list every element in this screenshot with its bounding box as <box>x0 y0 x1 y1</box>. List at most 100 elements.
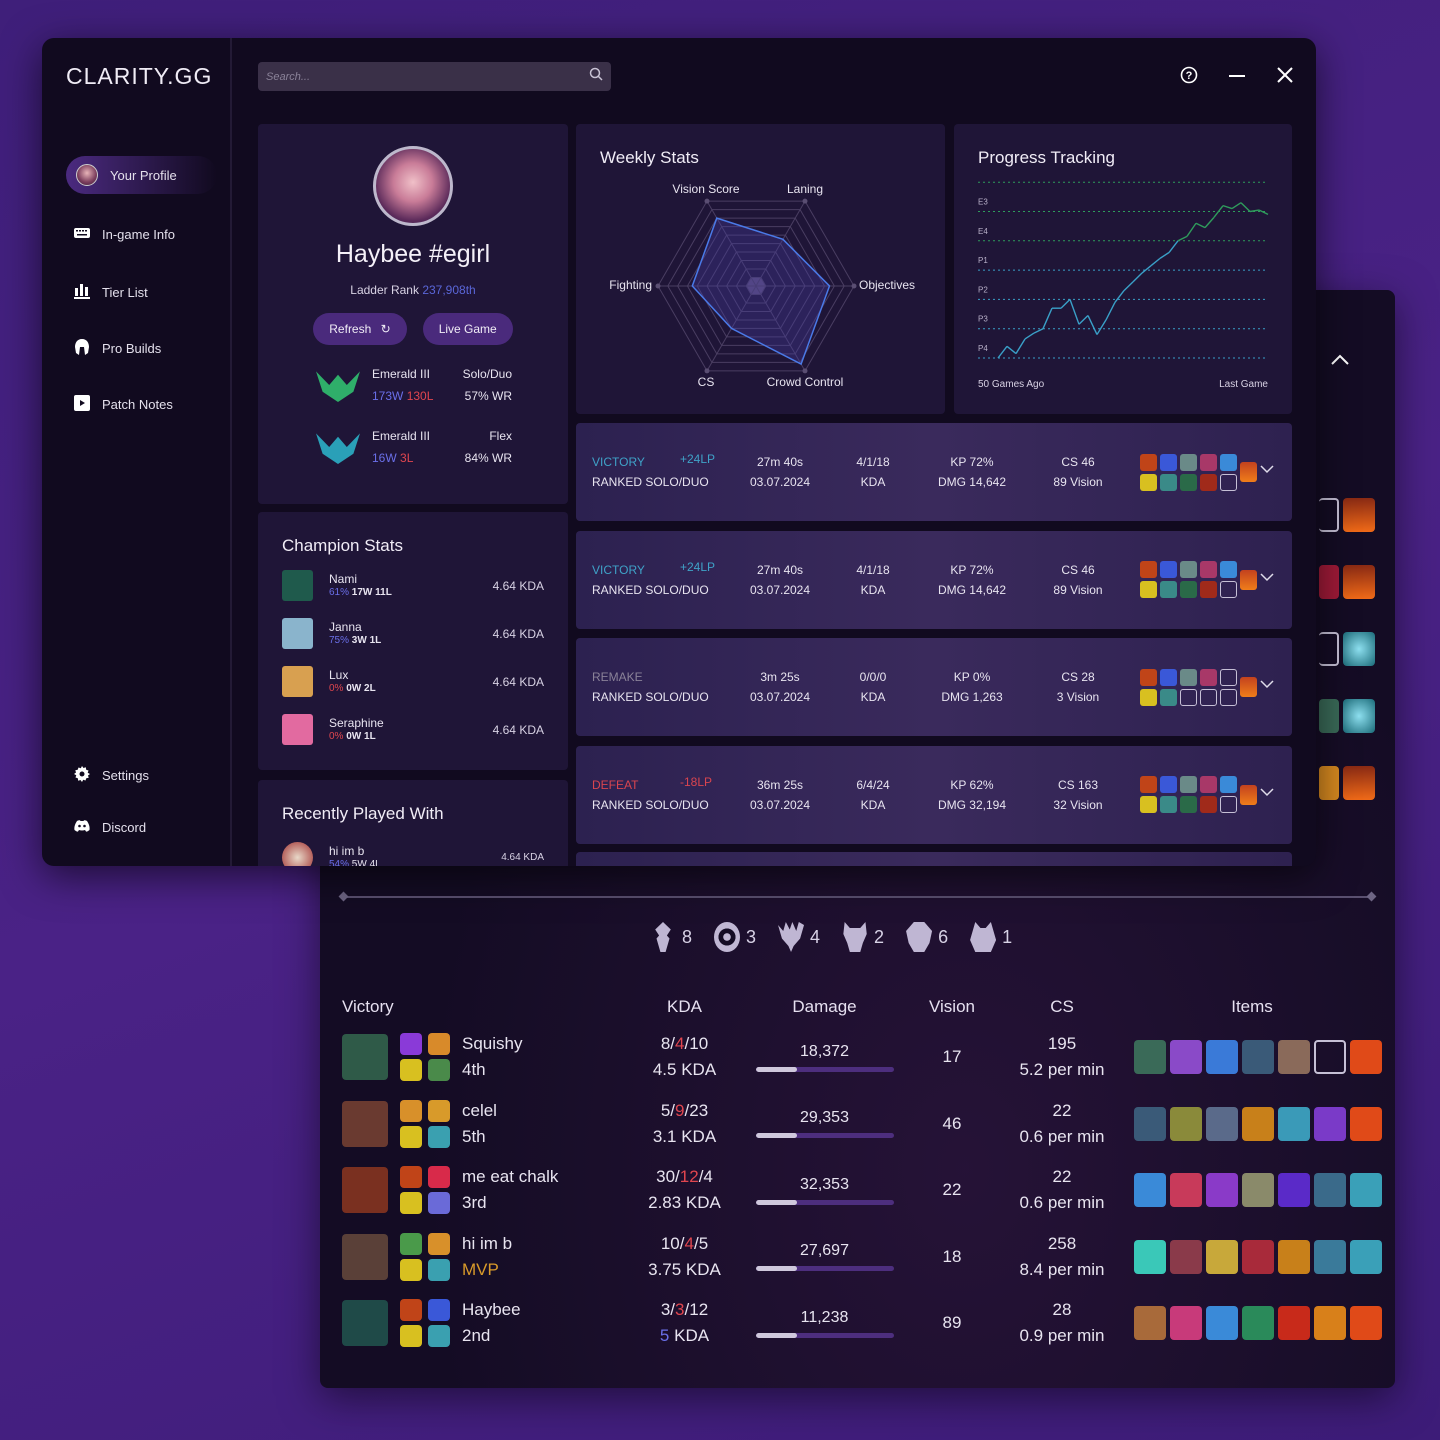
match-kda-label: KDA <box>860 690 886 704</box>
match-kp: KP 62% <box>950 777 994 792</box>
vision-score: 22 <box>942 1180 962 1199</box>
item-icon <box>1206 1040 1238 1074</box>
item-icon <box>1319 565 1339 599</box>
rank-losses: 130L <box>406 389 434 403</box>
progress-line-segment <box>1033 328 1044 334</box>
item-icon <box>1160 796 1177 813</box>
match-row-partial[interactable] <box>576 852 1292 866</box>
sidebar-item-label: Patch Notes <box>102 397 173 412</box>
player-row[interactable]: Squishy 4th 8/4/10 4.5 KDA 18,372 17 195 5.… <box>342 1024 1382 1090</box>
match-row[interactable]: VICTORY RANKED SOLO/DUO +24LP 27m 40s 03.0… <box>576 423 1292 521</box>
progress-line-segment <box>1150 257 1161 267</box>
item-icon <box>1134 1306 1166 1340</box>
close-button[interactable] <box>1273 66 1297 90</box>
objective-count: 3 <box>746 926 757 947</box>
item-icon <box>1206 1306 1238 1340</box>
damage-value: 27,697 <box>800 1242 849 1259</box>
radar-axis-dot <box>802 368 808 374</box>
item-icon <box>1180 581 1197 598</box>
profile-avatar <box>373 146 453 226</box>
champion-stat-row[interactable]: Nami 61% 17W 11L 4.64 KDA <box>282 570 544 601</box>
expand-chevron-down-icon[interactable] <box>1260 784 1274 800</box>
match-date: 03.07.2024 <box>749 797 811 812</box>
match-vision: 89 Vision <box>1053 582 1103 597</box>
player-winrate: 54% <box>329 858 350 867</box>
collapse-chevron-up-icon[interactable] <box>1330 350 1354 370</box>
expand-chevron-down-icon[interactable] <box>1260 461 1274 477</box>
match-kda: 6/4/24 <box>856 777 890 792</box>
expand-chevron-down-icon[interactable] <box>1260 676 1274 692</box>
match-kda: 0/0/0 <box>859 670 887 684</box>
damage-bar-fill <box>755 1066 797 1072</box>
progress-line-segment <box>1240 202 1251 213</box>
sidebar-item-patch-notes[interactable]: Patch Notes <box>74 395 173 414</box>
item-icon <box>1242 1106 1274 1141</box>
progress-line-segment <box>1042 307 1053 329</box>
champion-record: 0W 2L <box>346 682 376 694</box>
live-game-button[interactable]: Live Game <box>422 313 513 345</box>
item-icon <box>1180 473 1197 491</box>
player-row[interactable]: me eat chalk 3rd 30/12/4 2.83 KDA 32,353 2… <box>342 1157 1382 1223</box>
progress-line-segment <box>1105 302 1116 321</box>
help-button[interactable]: ? <box>1177 66 1201 90</box>
champion-kda: 4.64 KDA <box>492 722 544 737</box>
player-kda: 4.64 KDA <box>501 852 544 863</box>
search-input[interactable] <box>266 70 589 83</box>
progress-line-segment <box>1258 209 1269 216</box>
item-icon <box>1200 668 1217 686</box>
summoner-spell-icon <box>428 1099 450 1122</box>
champion-icon <box>282 714 313 745</box>
radar-chart: Vision Score Laning Objectives Crowd Contro… <box>609 182 915 389</box>
progress-line-segment <box>1078 315 1089 325</box>
y-tick-label: E4 <box>978 227 988 236</box>
match-damage: DMG 14,642 <box>937 582 1007 597</box>
sidebar-item-discord[interactable]: Discord <box>74 820 146 835</box>
summoner-spell-icon <box>428 1299 450 1321</box>
deaths: 4 <box>684 1233 694 1253</box>
player-row[interactable]: Haybee 2nd 3/3/12 5 KDA 11,238 89 28 0.9 pe… <box>342 1290 1382 1356</box>
match-row[interactable]: VICTORY RANKED SOLO/DUO +24LP 27m 40s 03.0… <box>576 530 1292 629</box>
player-row[interactable]: celel 5th 5/9/23 3.1 KDA 29,353 46 22 0.6 p… <box>342 1091 1382 1157</box>
champion-stat-row[interactable]: Janna 75% 3W 1L 4.64 KDA <box>282 618 544 649</box>
sidebar-item-your-profile[interactable]: Your Profile <box>66 156 217 194</box>
match-kp: KP 72% <box>950 455 994 469</box>
summoner-spell-icon <box>400 1166 422 1188</box>
champion-winrate: 0% <box>329 682 344 694</box>
ladder-rank-value: 237,908th <box>422 283 476 297</box>
item-icon <box>1160 688 1177 706</box>
champion-stat-row[interactable]: Lux 0% 0W 2L 4.64 KDA <box>282 666 544 697</box>
kda-ratio: 2.83 KDA <box>648 1193 721 1212</box>
radar-axis-label: Laning <box>787 182 823 196</box>
minimize-button[interactable] <box>1225 66 1249 90</box>
sidebar-item-in-game-info[interactable]: In-game Info <box>74 227 175 242</box>
sidebar-item-label: Discord <box>102 820 147 835</box>
emerald-emblem-icon <box>316 433 360 464</box>
player-row[interactable]: hi im b MVP 10/4/5 3.75 KDA 27,697 18 258 8… <box>342 1224 1382 1290</box>
expand-chevron-down-icon[interactable] <box>1260 569 1274 585</box>
refresh-button[interactable]: Refresh ↻ <box>313 313 407 345</box>
trinket-icon <box>1240 677 1257 697</box>
help-icon: ? <box>1180 66 1198 84</box>
sidebar-item-pro-builds[interactable]: Pro Builds <box>74 339 161 358</box>
section-divider <box>342 896 1373 898</box>
summoner-spell-icon <box>428 1033 450 1055</box>
item-icon <box>1140 581 1157 598</box>
match-lp: +24LP <box>680 452 716 466</box>
rank-tier: Emerald III <box>372 429 431 443</box>
x-label-start: 50 Games Ago <box>978 379 1045 390</box>
keyboard-icon <box>74 227 90 242</box>
champion-stat-row[interactable]: Seraphine 0% 0W 1L 4.64 KDA <box>282 714 544 745</box>
item-icon <box>1134 1040 1166 1074</box>
emerald-emblem-icon <box>316 371 360 402</box>
sidebar-item-settings[interactable]: Settings <box>74 766 149 785</box>
match-row[interactable]: DEFEAT RANKED SOLO/DUO -18LP 36m 25s 03.07… <box>576 745 1292 844</box>
summoner-spell-icon <box>400 1099 422 1122</box>
assists: 4 <box>703 1167 713 1186</box>
scoreboard-table: Victory KDA Damage Vision CS Items Squis… <box>342 990 1382 1357</box>
search-icon[interactable] <box>589 67 603 86</box>
deaths: 9 <box>675 1100 685 1120</box>
recent-player-row[interactable]: hi im b 54% 5W 4L 4.64 KDA <box>282 842 544 866</box>
sidebar-item-tier-list[interactable]: Tier List <box>74 283 148 302</box>
damage-bar-fill <box>755 1332 797 1338</box>
match-row[interactable]: REMAKE RANKED SOLO/DUO 3m 25s 03.07.2024 0… <box>576 638 1292 736</box>
